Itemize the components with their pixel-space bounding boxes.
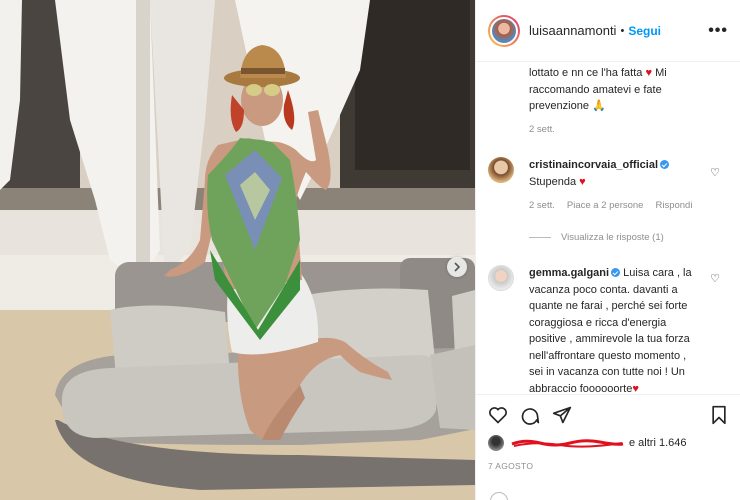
commenter-avatar[interactable] — [488, 265, 514, 291]
comment-item: cristinaincorvaia_official Stupenda ♥ 2 … — [529, 157, 714, 211]
more-icon[interactable]: ••• — [708, 22, 728, 40]
header-separator: • — [620, 24, 625, 37]
comment-text: lottato e nn ce l'ha fatta ♥ Mi raccoman… — [529, 67, 667, 112]
heart-emoji: ♥ — [645, 67, 652, 79]
comment-like-heart-icon[interactable]: ♡ — [710, 166, 720, 179]
action-bar — [488, 405, 728, 425]
commenter-avatar[interactable] — [488, 157, 514, 183]
author-avatar[interactable] — [488, 14, 520, 47]
heart-icon[interactable] — [488, 405, 508, 425]
comment-item: gemma.galgani Luisa cara , la vacanza po… — [529, 267, 692, 395]
share-icon[interactable] — [552, 405, 572, 425]
view-replies-button[interactable]: Visualizza le risposte (1) — [529, 232, 664, 243]
comment-icon[interactable] — [520, 405, 540, 425]
liker-avatar — [488, 435, 504, 451]
bookmark-icon[interactable] — [710, 405, 728, 425]
comment-time[interactable]: 2 sett. — [529, 200, 555, 211]
author-username[interactable]: luisaannamonti — [529, 23, 616, 38]
verified-badge-icon — [660, 160, 669, 169]
comment-username[interactable]: cristinaincorvaia_official — [529, 159, 658, 171]
post-side-panel: luisaannamonti • Segui ••• lottato e nn … — [475, 0, 740, 500]
likes-summary[interactable]: e altri 1.646 — [488, 435, 728, 451]
comments-list[interactable]: lottato e nn ce l'ha fatta ♥ Mi raccoman… — [476, 62, 740, 394]
reply-button[interactable]: Rispondi — [655, 200, 692, 211]
chevron-right-icon — [454, 262, 461, 272]
comment-like-heart-icon[interactable]: ♡ — [710, 272, 720, 285]
heart-emoji: ♥ — [579, 175, 586, 188]
follow-button[interactable]: Segui — [628, 24, 661, 38]
photo-illustration — [0, 0, 475, 500]
likes-count: e altri 1.646 — [629, 437, 687, 449]
comment-likes[interactable]: Piace a 2 persone — [567, 200, 644, 211]
comment-item: lottato e nn ce l'ha fatta ♥ Mi raccoman… — [529, 62, 719, 135]
comment-text: Stupenda — [529, 175, 577, 188]
next-comment-avatar — [490, 492, 508, 500]
post-photo[interactable] — [0, 0, 475, 500]
comment-time[interactable]: 2 sett. — [529, 124, 555, 135]
post-header: luisaannamonti • Segui ••• — [476, 0, 740, 62]
folded-hands-emoji: 🙏 — [592, 100, 606, 112]
comment-text: Luisa cara , la — [623, 267, 692, 279]
carousel-next-button[interactable] — [447, 257, 467, 277]
post-date[interactable]: 7 AGOSTO — [488, 461, 728, 471]
comment-username[interactable]: gemma.galgani — [529, 267, 609, 279]
post-actions: e altri 1.646 7 AGOSTO — [476, 394, 740, 500]
redaction-scribble — [511, 439, 624, 448]
verified-badge-icon — [611, 268, 621, 277]
heart-emoji: ♥ — [632, 382, 639, 395]
comment-meta: 2 sett. — [529, 124, 555, 135]
comment-meta: 2 sett. Piace a 2 persone Rispondi — [529, 200, 714, 211]
